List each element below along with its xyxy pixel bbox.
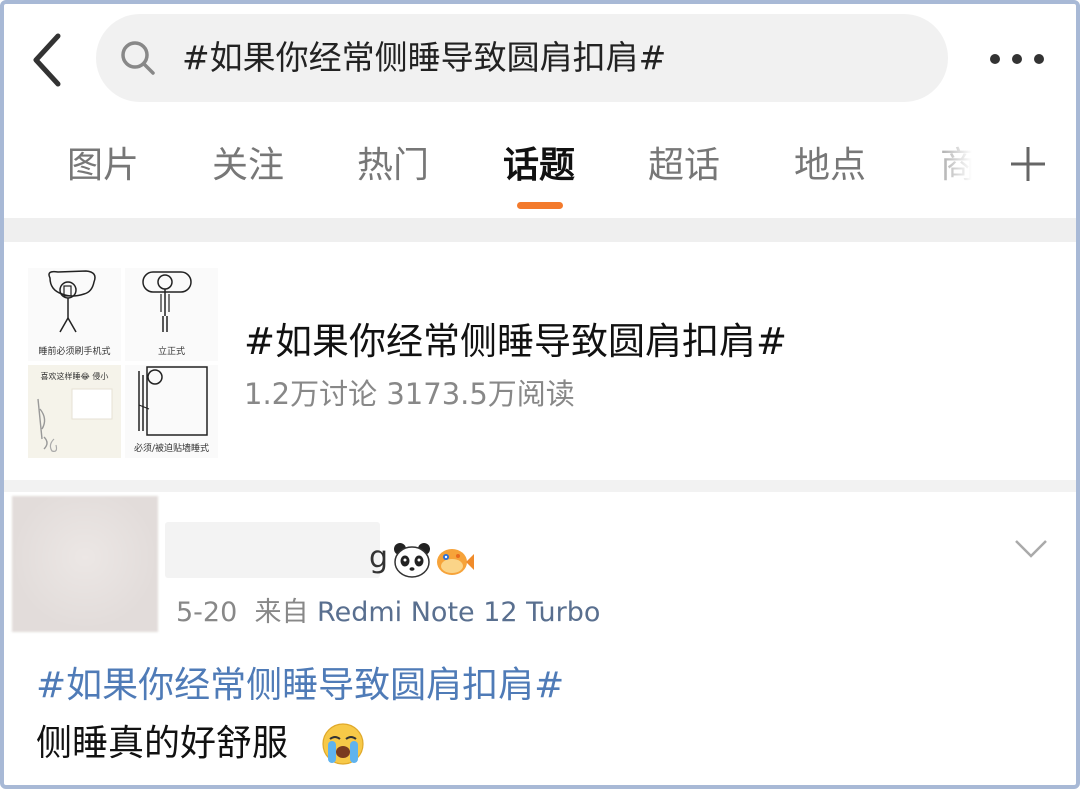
- back-icon[interactable]: [28, 32, 68, 88]
- topic-thumbnail[interactable]: 睡前必须刷手机式 立正式 喜欢这样睡😂 侵小 必须/被迫贴墙睡式: [28, 268, 218, 458]
- tab-bar: 图片 关注 热门 话题 超话 地点 商: [0, 124, 1080, 214]
- post-source-prefix: 来自: [254, 597, 309, 628]
- thumbnail-phone-sleep: 睡前必须刷手机式: [28, 268, 121, 361]
- post-meta: 5-20 来自 Redmi Note 12 Turbo: [176, 594, 600, 632]
- tab-super-topics[interactable]: 超话: [648, 142, 720, 190]
- chevron-down-icon[interactable]: [1014, 538, 1048, 560]
- tab-places[interactable]: 地点: [794, 142, 866, 190]
- active-tab-indicator: [517, 202, 563, 209]
- section-divider: [0, 218, 1080, 242]
- section-divider: [0, 480, 1080, 492]
- panda-emoji-icon: [392, 540, 432, 580]
- tab-hot[interactable]: 热门: [357, 142, 429, 190]
- avatar[interactable]: [12, 496, 158, 632]
- post-text: 侧睡真的好舒服: [36, 723, 289, 764]
- post-source[interactable]: Redmi Note 12 Turbo: [317, 597, 600, 628]
- thumbnail-photo: 喜欢这样睡😂 侵小: [28, 365, 121, 458]
- pufferfish-emoji-icon: [434, 542, 474, 580]
- topic-title[interactable]: #如果你经常侧睡导致圆肩扣肩#: [244, 318, 787, 366]
- username-tail: g: [369, 540, 389, 575]
- tab-following[interactable]: 关注: [212, 142, 284, 190]
- more-icon[interactable]: [986, 50, 1050, 70]
- tab-topics[interactable]: 话题: [503, 142, 575, 190]
- tab-fade-overlay: [930, 140, 990, 196]
- search-bar[interactable]: #如果你经常侧睡导致圆肩扣肩#: [96, 14, 948, 102]
- thumbnail-wall-sleep: 必须/被迫贴墙睡式: [125, 365, 218, 458]
- post-date: 5-20: [176, 597, 238, 628]
- crying-emoji-icon: [320, 722, 366, 766]
- post-hashtag-link[interactable]: #如果你经常侧睡导致圆肩扣肩#: [36, 662, 564, 710]
- add-tab-icon[interactable]: [1008, 144, 1048, 184]
- thumbnail-standing-sleep: 立正式: [125, 268, 218, 361]
- tab-images[interactable]: 图片: [67, 142, 139, 190]
- search-query[interactable]: #如果你经常侧睡导致圆肩扣肩#: [182, 36, 666, 80]
- thumbnail-caption: 睡前必须刷手机式: [38, 347, 111, 357]
- search-icon: [118, 38, 158, 78]
- thumbnail-caption: 必须/被迫贴墙睡式: [133, 444, 210, 454]
- thumbnail-caption: 立正式: [157, 347, 185, 357]
- topic-stats: 1.2万讨论 3173.5万阅读: [244, 377, 575, 411]
- username-redacted[interactable]: [165, 522, 380, 578]
